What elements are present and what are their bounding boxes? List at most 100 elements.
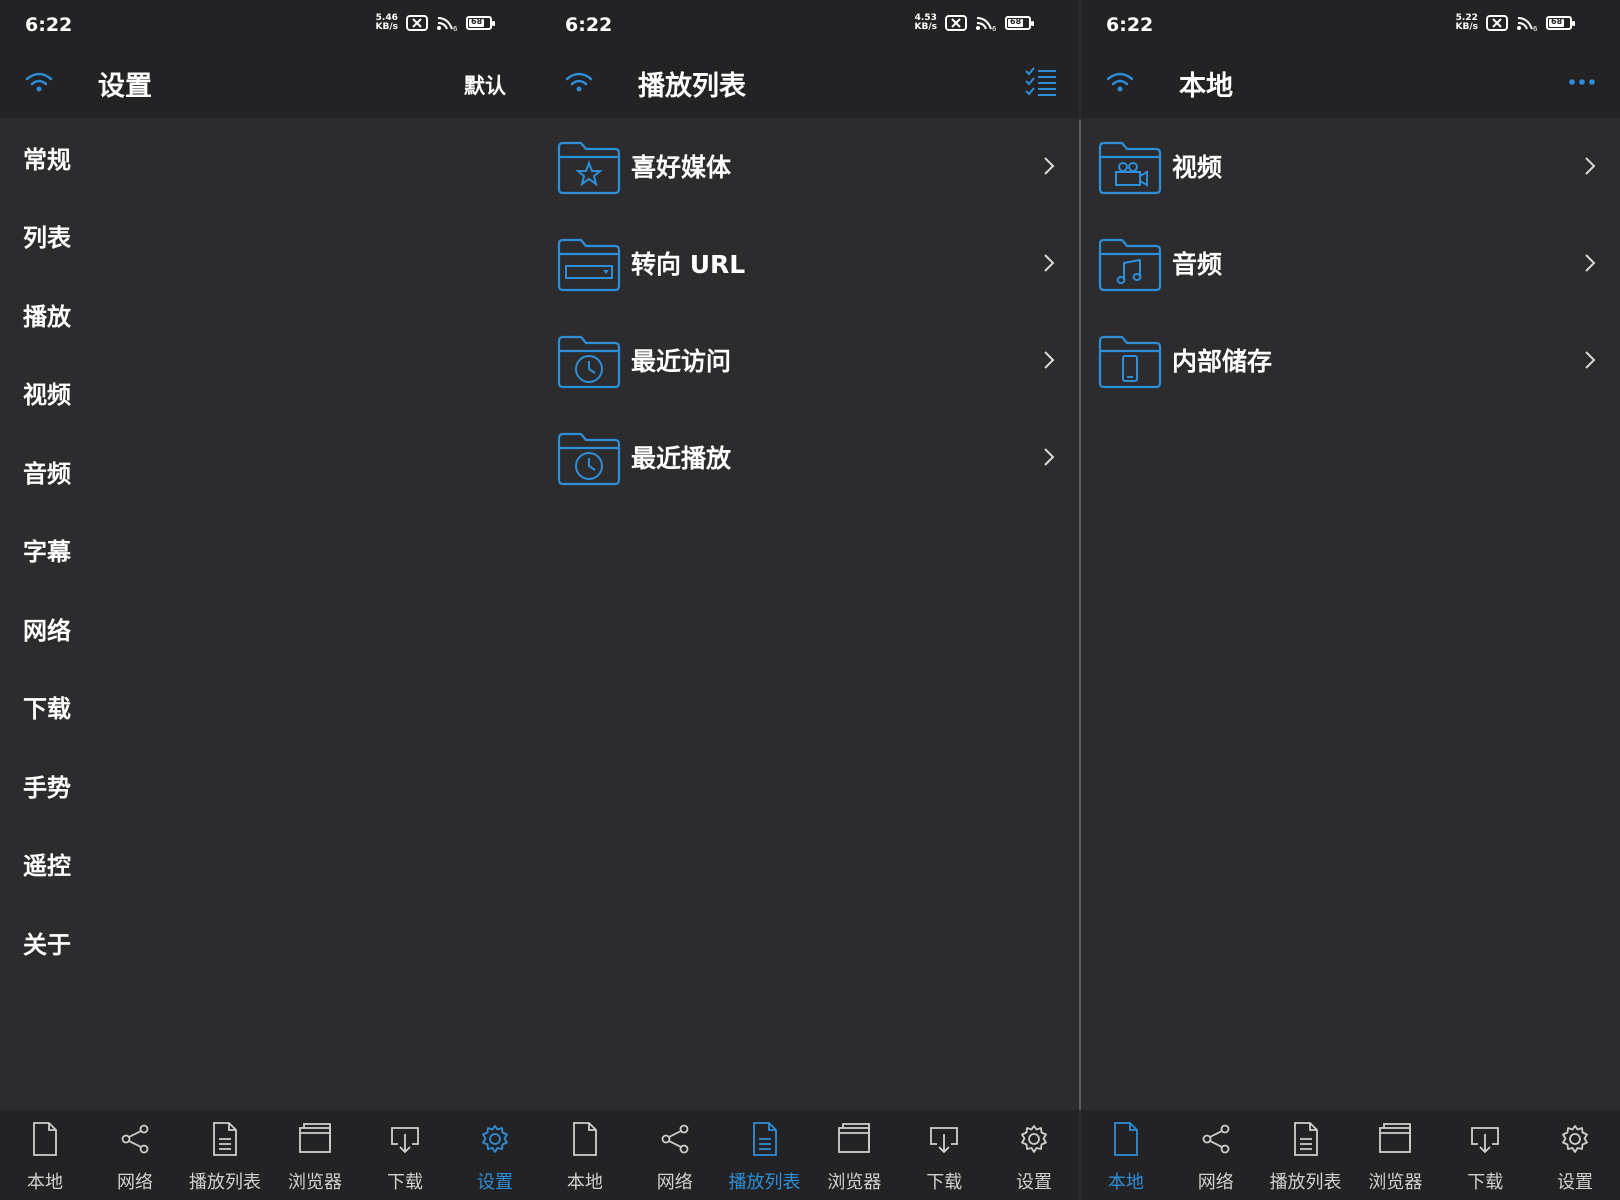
app-header: 播放列表 xyxy=(540,52,1079,118)
sim-off-icon xyxy=(945,15,967,31)
settings-item-remote[interactable]: 遥控 xyxy=(0,825,540,904)
tab-browser[interactable]: 浏览器 xyxy=(1350,1110,1440,1200)
list-item-recently-played[interactable]: 最近播放 xyxy=(540,409,1079,506)
svg-text:6: 6 xyxy=(992,25,997,31)
gear-icon xyxy=(1021,1125,1047,1153)
wifi-icon[interactable] xyxy=(24,68,54,98)
chevron-right-icon xyxy=(1585,351,1596,369)
status-bar: 6:22 5.22 KB/s 6 68 xyxy=(1081,0,1620,52)
settings-item-gestures[interactable]: 手势 xyxy=(0,746,540,825)
gear-icon xyxy=(1562,1125,1588,1153)
status-icons: 5.46 KB/s 6 68 xyxy=(375,13,495,32)
wifi-signal-icon: 6 xyxy=(976,17,997,31)
list-item-audio[interactable]: 音频 xyxy=(1081,215,1620,312)
browser-icon xyxy=(299,1123,331,1153)
list-item-video[interactable]: 视频 xyxy=(1081,118,1620,215)
settings-item-about[interactable]: 关于 xyxy=(0,903,540,982)
tab-network[interactable]: 网络 xyxy=(1171,1110,1261,1200)
list-item-url[interactable]: 转向 URL xyxy=(540,215,1079,312)
share-icon xyxy=(1202,1124,1230,1154)
chevron-right-icon xyxy=(1585,254,1596,272)
playlist-icon xyxy=(213,1122,237,1156)
network-speed: 5.22 KB/s xyxy=(1455,13,1478,32)
tab-settings[interactable]: 设置 xyxy=(450,1110,540,1200)
bottom-tab-bar: 本地 网络 播放列表 浏览器 下载 设置 xyxy=(540,1110,1079,1200)
settings-item-subtitles[interactable]: 字幕 xyxy=(0,511,540,590)
list-item-recently-visited[interactable]: 最近访问 xyxy=(540,312,1079,409)
tab-network[interactable]: 网络 xyxy=(630,1110,720,1200)
share-icon xyxy=(661,1124,689,1154)
status-icons: 4.53 KB/s 6 68 xyxy=(914,13,1034,32)
battery-icon: 68 xyxy=(466,16,495,30)
status-time: 6:22 xyxy=(565,14,613,36)
settings-item-video[interactable]: 视频 xyxy=(0,354,540,433)
download-icon xyxy=(1471,1127,1500,1154)
list-item-internal-storage[interactable]: 内部储存 xyxy=(1081,312,1620,409)
status-time: 6:22 xyxy=(1106,14,1154,36)
checklist-icon[interactable] xyxy=(1023,64,1059,100)
settings-item-general[interactable]: 常规 xyxy=(0,118,540,197)
settings-item-download[interactable]: 下载 xyxy=(0,668,540,747)
tab-settings[interactable]: 设置 xyxy=(1530,1110,1620,1200)
chevron-right-icon xyxy=(1044,448,1055,466)
more-icon[interactable] xyxy=(1564,64,1600,100)
settings-item-network[interactable]: 网络 xyxy=(0,589,540,668)
list-item-favorites[interactable]: 喜好媒体 xyxy=(540,118,1079,215)
local-list: 视频 音频 内部储存 xyxy=(1081,118,1620,409)
gear-icon xyxy=(482,1125,508,1153)
tab-download[interactable]: 下载 xyxy=(1440,1110,1530,1200)
tab-local[interactable]: 本地 xyxy=(0,1110,90,1200)
download-icon xyxy=(930,1127,959,1154)
wifi-icon[interactable] xyxy=(564,68,594,98)
bottom-tab-bar: 本地 网络 播放列表 浏览器 下载 设置 xyxy=(1081,1110,1620,1200)
status-time: 6:22 xyxy=(25,14,73,36)
wifi-signal-icon: 6 xyxy=(1517,17,1538,31)
wifi-icon[interactable] xyxy=(1105,68,1135,98)
folder-clock-icon xyxy=(557,335,621,389)
app-header: 设置 默认 xyxy=(0,52,540,118)
tab-playlist[interactable]: 播放列表 xyxy=(180,1110,270,1200)
settings-item-playback[interactable]: 播放 xyxy=(0,275,540,354)
settings-panel: 6:22 5.46 KB/s 6 68 设置 默认 常规 列表 播放 视频 音频 … xyxy=(0,0,540,1200)
local-panel: 6:22 5.22 KB/s 6 68 本地 视频 音频 内部储存 本地 网络 … xyxy=(1081,0,1620,1200)
file-icon xyxy=(573,1122,597,1156)
default-button[interactable]: 默认 xyxy=(464,70,506,100)
share-icon xyxy=(121,1124,149,1154)
playlist-panel: 6:22 4.53 KB/s 6 68 播放列表 喜好媒体 转向 URL 最近访问 xyxy=(540,0,1079,1200)
page-title: 本地 xyxy=(1179,71,1233,102)
tab-download[interactable]: 下载 xyxy=(360,1110,450,1200)
status-icons: 5.22 KB/s 6 68 xyxy=(1455,13,1575,32)
folder-url-icon xyxy=(557,238,621,292)
svg-text:6: 6 xyxy=(1533,25,1538,31)
folder-star-icon xyxy=(557,141,621,195)
tab-playlist[interactable]: 播放列表 xyxy=(720,1110,810,1200)
chevron-right-icon xyxy=(1044,351,1055,369)
folder-clock-icon xyxy=(557,432,621,486)
tab-local[interactable]: 本地 xyxy=(540,1110,630,1200)
network-speed: 5.46 KB/s xyxy=(375,13,398,32)
tab-settings[interactable]: 设置 xyxy=(989,1110,1079,1200)
file-icon xyxy=(33,1122,57,1156)
file-icon xyxy=(1114,1122,1138,1156)
browser-icon xyxy=(838,1123,871,1153)
bottom-tab-bar: 本地 网络 播放列表 浏览器 下载 设置 xyxy=(0,1110,540,1200)
settings-list: 常规 列表 播放 视频 音频 字幕 网络 下载 手势 遥控 关于 xyxy=(0,118,540,982)
battery-icon: 68 xyxy=(1546,16,1575,30)
tab-browser[interactable]: 浏览器 xyxy=(270,1110,360,1200)
playlist-icon xyxy=(1293,1122,1318,1156)
settings-item-audio[interactable]: 音频 xyxy=(0,432,540,511)
page-title: 播放列表 xyxy=(638,71,746,102)
page-title: 设置 xyxy=(98,71,152,102)
network-speed: 4.53 KB/s xyxy=(914,13,937,32)
settings-item-list[interactable]: 列表 xyxy=(0,197,540,276)
folder-camera-icon xyxy=(1098,141,1162,195)
tab-playlist[interactable]: 播放列表 xyxy=(1261,1110,1351,1200)
sim-off-icon xyxy=(1486,15,1508,31)
tab-local[interactable]: 本地 xyxy=(1081,1110,1171,1200)
folder-music-icon xyxy=(1098,238,1162,292)
tab-browser[interactable]: 浏览器 xyxy=(809,1110,899,1200)
tab-network[interactable]: 网络 xyxy=(90,1110,180,1200)
tab-download[interactable]: 下载 xyxy=(899,1110,989,1200)
playlist-list: 喜好媒体 转向 URL 最近访问 最近播放 xyxy=(540,118,1079,506)
status-bar: 6:22 4.53 KB/s 6 68 xyxy=(540,0,1079,52)
